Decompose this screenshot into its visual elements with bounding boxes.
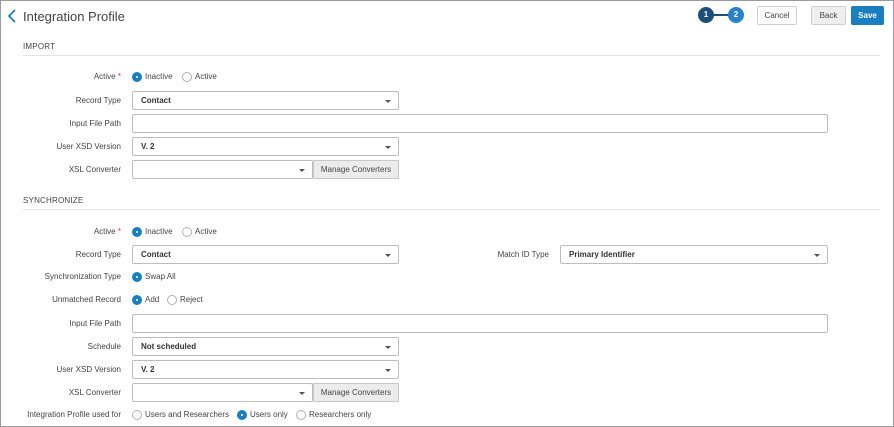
import-record-type-label: Record Type [75, 96, 121, 105]
sync-active-active-radio[interactable] [182, 227, 192, 237]
sync-unmatched-reject-label: Reject [180, 295, 203, 304]
save-button[interactable]: Save [851, 6, 884, 25]
caret-down-icon [385, 369, 391, 372]
sync-type-label: Synchronization Type [44, 272, 121, 281]
caret-down-icon [814, 254, 820, 257]
used-for-researchers-only-label: Researchers only [309, 410, 372, 419]
step-indicator-2[interactable]: 2 [728, 7, 744, 23]
window-frame: Integration Profile 1 2 Cancel Back Save… [0, 0, 894, 427]
sync-section-title: SYNCHRONIZE [23, 196, 84, 205]
used-for-users-only-radio[interactable] [237, 410, 247, 420]
sync-schedule-select[interactable]: Not scheduled [132, 337, 399, 356]
step-indicator-1[interactable]: 1 [698, 7, 714, 23]
sync-active-active-label: Active [195, 227, 217, 236]
import-active-label: Active * [93, 72, 121, 81]
sync-record-type-label: Record Type [75, 250, 121, 259]
import-active-inactive-radio[interactable] [132, 72, 142, 82]
import-user-xsd-value: V. 2 [141, 142, 155, 151]
sync-type-swap-all-label: Swap All [145, 272, 176, 281]
import-record-type-value: Contact [141, 96, 171, 105]
sync-schedule-label: Schedule [87, 342, 121, 351]
caret-down-icon [385, 254, 391, 257]
import-xsl-converter-select[interactable] [132, 160, 313, 179]
import-user-xsd-select[interactable]: V. 2 [132, 137, 399, 156]
import-active-active-label: Active [195, 72, 217, 81]
caret-down-icon [385, 100, 391, 103]
sync-unmatched-label: Unmatched Record [52, 295, 121, 304]
caret-down-icon [299, 169, 305, 172]
import-active-active-radio[interactable] [182, 72, 192, 82]
used-for-users-researchers-radio[interactable] [132, 410, 142, 420]
import-user-xsd-label: User XSD Version [56, 142, 121, 151]
sync-schedule-value: Not scheduled [141, 342, 197, 351]
used-for-users-only-label: Users only [250, 410, 288, 419]
sync-unmatched-reject-radio[interactable] [167, 295, 177, 305]
import-active-inactive-label: Inactive [145, 72, 173, 81]
page-title: Integration Profile [23, 9, 125, 24]
used-for-users-researchers-label: Users and Researchers [145, 410, 230, 419]
sync-used-for-label: Integration Profile used for [27, 410, 121, 419]
caret-down-icon [385, 346, 391, 349]
import-divider [23, 55, 880, 56]
used-for-researchers-only-radio[interactable] [296, 410, 306, 420]
sync-record-type-select[interactable]: Contact [132, 245, 399, 264]
sync-record-type-value: Contact [141, 250, 171, 259]
caret-down-icon [385, 146, 391, 149]
back-button[interactable]: Back [811, 6, 846, 25]
sync-user-xsd-value: V. 2 [141, 365, 155, 374]
sync-unmatched-add-radio[interactable] [132, 295, 142, 305]
sync-match-id-select[interactable]: Primary Identifier [560, 245, 828, 264]
sync-user-xsd-select[interactable]: V. 2 [132, 360, 399, 379]
sync-match-id-value: Primary Identifier [569, 250, 635, 259]
import-xsl-converter-label: XSL Converter [68, 165, 121, 174]
sync-match-id-label: Match ID Type [497, 250, 549, 259]
import-section-title: IMPORT [23, 42, 56, 51]
sync-active-inactive-radio[interactable] [132, 227, 142, 237]
sync-xsl-converter-label: XSL Converter [68, 388, 121, 397]
sync-xsl-converter-select[interactable] [132, 383, 313, 402]
sync-input-file-path-field[interactable] [132, 314, 828, 333]
import-manage-converters-button[interactable]: Manage Converters [313, 160, 399, 179]
sync-user-xsd-label: User XSD Version [56, 365, 121, 374]
import-input-file-path-field[interactable] [132, 114, 828, 133]
sync-manage-converters-button[interactable]: Manage Converters [313, 383, 399, 402]
sync-unmatched-add-label: Add [145, 295, 160, 304]
sync-divider [23, 209, 880, 210]
import-input-file-path-label: Input File Path [69, 119, 121, 128]
import-record-type-select[interactable]: Contact [132, 91, 399, 110]
cancel-button[interactable]: Cancel [757, 6, 797, 25]
step-connector [713, 14, 729, 16]
chevron-left-icon[interactable] [6, 8, 18, 24]
sync-type-swap-all-radio[interactable] [132, 272, 142, 282]
sync-input-file-path-label: Input File Path [69, 319, 121, 328]
sync-active-inactive-label: Inactive [145, 227, 173, 236]
caret-down-icon [299, 392, 305, 395]
sync-active-label: Active * [93, 227, 121, 236]
